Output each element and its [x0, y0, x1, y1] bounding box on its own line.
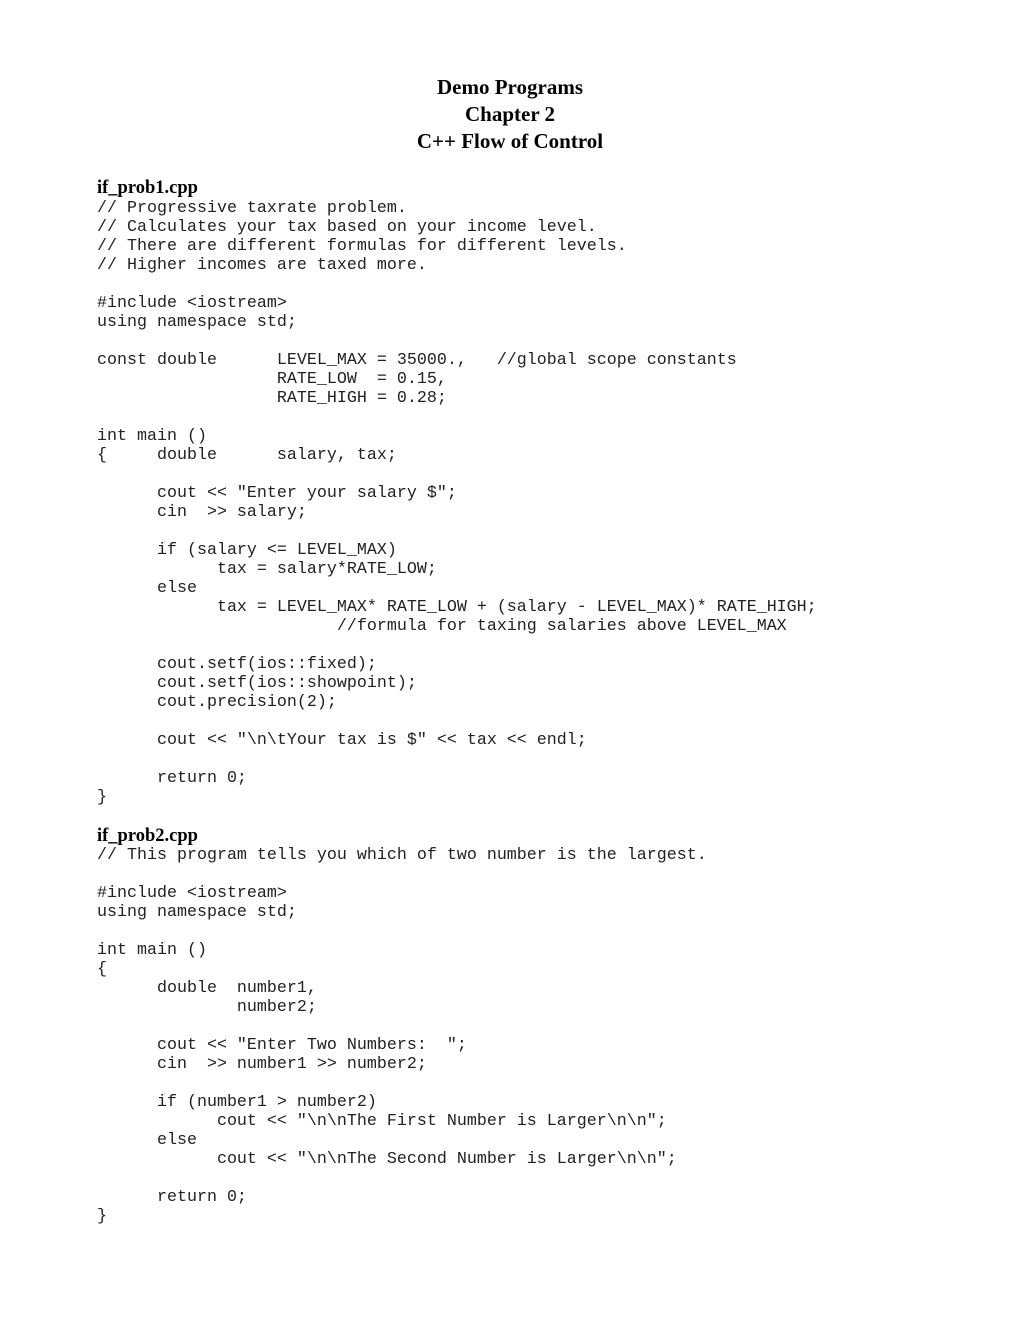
code-line: cout << "Enter Two Numbers: ";: [97, 1036, 467, 1055]
code-line: else: [97, 579, 197, 598]
code-line: const double LEVEL_MAX = 35000., //globa…: [97, 351, 737, 370]
code-line: RATE_LOW = 0.15,: [97, 370, 447, 389]
code-line: return 0;: [97, 1188, 247, 1207]
code-line: // Calculates your tax based on your inc…: [97, 218, 597, 237]
code-line: tax = LEVEL_MAX* RATE_LOW + (salary - LE…: [97, 598, 817, 617]
code-line: cout << "\n\nThe First Number is Larger\…: [97, 1112, 667, 1131]
program-filename: if_prob1.cpp: [97, 178, 198, 198]
title-line: C++ Flow of Control: [416, 129, 604, 153]
document-title: Demo Programs Chapter 2 C++ Flow of Cont…: [0, 74, 1020, 155]
code-line: cin >> number1 >> number2;: [97, 1055, 427, 1074]
title-line: Chapter 2: [464, 102, 556, 126]
code-line: }: [97, 1207, 107, 1226]
code-line: using namespace std;: [97, 313, 297, 332]
code-line: double number1,: [97, 979, 317, 998]
code-line: if (number1 > number2): [97, 1093, 377, 1112]
code-line: }: [97, 788, 107, 807]
code-line: // This program tells you which of two n…: [97, 846, 707, 865]
code-line: using namespace std;: [97, 903, 297, 922]
code-line: else: [97, 1131, 197, 1150]
code-line: tax = salary*RATE_LOW;: [97, 560, 437, 579]
code-line: cout << "\n\tYour tax is $" << tax << en…: [97, 731, 587, 750]
code-line: cout.setf(ios::showpoint);: [97, 674, 417, 693]
code-line: if (salary <= LEVEL_MAX): [97, 541, 397, 560]
code-line: number2;: [97, 998, 317, 1017]
title-line: Demo Programs: [437, 75, 583, 99]
code-line: //formula for taxing salaries above LEVE…: [97, 617, 787, 636]
code-line: return 0;: [97, 769, 247, 788]
code-line: cout << "Enter your salary $";: [97, 484, 457, 503]
code-line: #include <iostream>: [97, 884, 287, 903]
code-line: int main (): [97, 427, 207, 446]
code-line: // Higher incomes are taxed more.: [97, 256, 427, 275]
code-line: cout.precision(2);: [97, 693, 337, 712]
code-line: // Progressive taxrate problem.: [97, 199, 407, 218]
code-line: cout.setf(ios::fixed);: [97, 655, 377, 674]
code-line: #include <iostream>: [97, 294, 287, 313]
code-block: // This program tells you which of two n…: [97, 846, 707, 1226]
code-block: // Progressive taxrate problem.// Calcul…: [97, 199, 817, 807]
code-line: int main (): [97, 941, 207, 960]
code-line: // There are different formulas for diff…: [97, 237, 627, 256]
code-line: cin >> salary;: [97, 503, 307, 522]
code-line: cout << "\n\nThe Second Number is Larger…: [97, 1150, 677, 1169]
code-line: {: [97, 960, 107, 979]
program-filename: if_prob2.cpp: [97, 826, 198, 846]
code-line: { double salary, tax;: [97, 446, 397, 465]
code-line: RATE_HIGH = 0.28;: [97, 389, 447, 408]
